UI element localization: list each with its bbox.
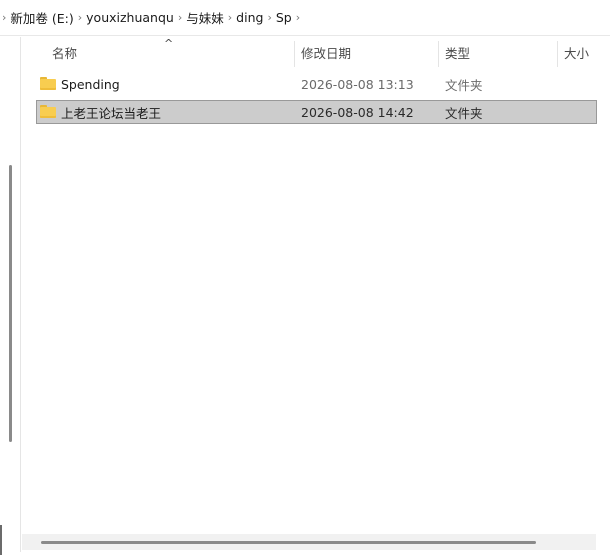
column-header-name-label: 名称: [52, 45, 78, 61]
breadcrumb-item-drive[interactable]: 新加卷 (E:): [10, 8, 73, 27]
chevron-right-icon[interactable]: ›: [296, 11, 300, 24]
file-modified: 2026-08-08 14:42: [301, 104, 414, 120]
folder-icon: [40, 77, 56, 90]
chevron-right-icon[interactable]: ›: [78, 11, 82, 24]
file-modified: 2026-08-08 13:13: [301, 76, 414, 92]
folder-icon: [40, 105, 56, 118]
breadcrumb-item-youxizhuanqu[interactable]: youxizhuanqu: [86, 10, 174, 25]
breadcrumb-item-sp[interactable]: Sp: [276, 10, 292, 25]
chevron-right-icon[interactable]: ›: [2, 11, 6, 24]
column-header-type[interactable]: 类型: [445, 37, 555, 67]
column-header-name[interactable]: 名称: [52, 37, 292, 67]
file-name: Spending: [61, 76, 120, 92]
horizontal-scrollbar-thumb[interactable]: [41, 541, 536, 544]
horizontal-scrollbar[interactable]: [22, 534, 596, 550]
breadcrumb-item-ding[interactable]: ding: [236, 10, 263, 25]
file-list: ^ 名称 修改日期 类型 大小 Spending 2026-08-08 13:1…: [21, 37, 610, 552]
column-divider[interactable]: [557, 41, 558, 67]
breadcrumb-item-yumeimei[interactable]: 与妹妹: [186, 8, 224, 27]
file-row-spending[interactable]: Spending 2026-08-08 13:13 文件夹: [36, 72, 597, 96]
chevron-right-icon[interactable]: ›: [228, 11, 232, 24]
nav-pane-edge: [0, 525, 2, 555]
breadcrumb: › 新加卷 (E:) › youxizhuanqu › 与妹妹 › ding ›…: [0, 0, 610, 36]
chevron-right-icon[interactable]: ›: [267, 11, 271, 24]
file-type: 文件夹: [445, 77, 483, 93]
navigation-pane: [0, 37, 21, 555]
column-header-modified-label: 修改日期: [301, 45, 352, 61]
column-header-modified[interactable]: 修改日期: [301, 37, 436, 67]
chevron-right-icon[interactable]: ›: [178, 11, 182, 24]
column-divider[interactable]: [438, 41, 439, 67]
vertical-scroll-area[interactable]: [597, 37, 610, 552]
file-type: 文件夹: [445, 105, 483, 121]
nav-scrollbar-thumb[interactable]: [9, 165, 12, 442]
column-header-type-label: 类型: [445, 45, 471, 61]
column-divider[interactable]: [294, 41, 295, 67]
file-row-selected[interactable]: 上老王论坛当老王 2026-08-08 14:42 文件夹: [36, 100, 597, 124]
column-header-size-label: 大小: [564, 45, 590, 61]
file-name: 上老王论坛当老王: [61, 105, 162, 121]
